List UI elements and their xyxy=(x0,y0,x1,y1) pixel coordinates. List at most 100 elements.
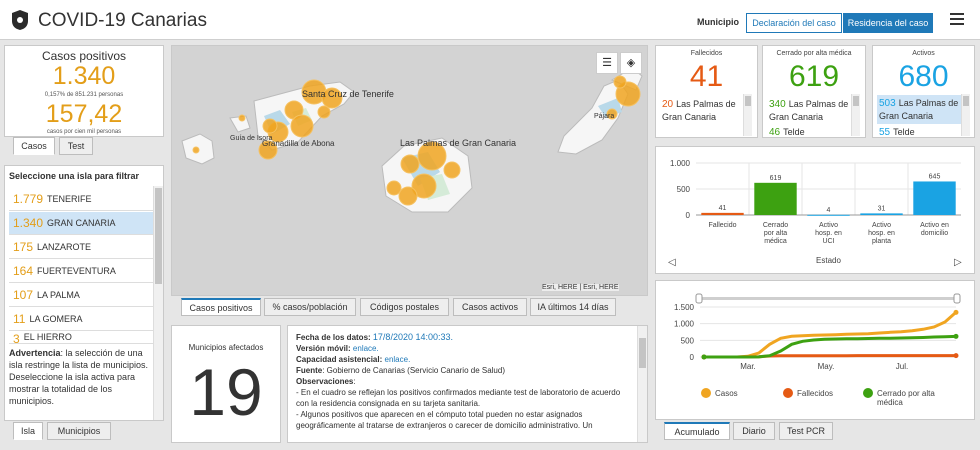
list-item[interactable]: 164 FUERTEVENTURA xyxy=(9,260,156,283)
x-tick-label: médica xyxy=(764,238,787,245)
range-handle-right[interactable] xyxy=(953,293,961,304)
municipios-card: Municipios afectados 19 xyxy=(171,325,281,443)
x-tick-label: May. xyxy=(818,362,835,371)
activos-value: 680 xyxy=(898,60,949,93)
layers-icon[interactable]: ◈ xyxy=(620,52,642,74)
tab-ia-14-dias[interactable]: IA últimos 14 días xyxy=(530,298,616,316)
asistencial-link[interactable]: enlace. xyxy=(385,355,411,364)
bar[interactable] xyxy=(860,213,903,215)
fallecidos-title: Fallecidos xyxy=(690,50,723,57)
legend-label: médica xyxy=(877,398,903,407)
list-item[interactable]: 1.340 GRAN CANARIA xyxy=(9,212,156,235)
x-tick-label: hosp. en xyxy=(815,230,842,237)
x-tick-label: Activo en xyxy=(920,222,949,229)
legend-swatch[interactable] xyxy=(701,388,711,398)
legend-swatch[interactable] xyxy=(783,388,793,398)
tab-acumulado[interactable]: Acumulado xyxy=(664,422,730,440)
list-item[interactable]: 107 LA PALMA xyxy=(9,284,156,307)
menu-icon[interactable] xyxy=(950,13,964,25)
data-point xyxy=(953,309,959,315)
list-item[interactable]: 3 EL HIERRO xyxy=(9,332,156,344)
positives-title: Casos positivos xyxy=(41,49,127,63)
tab-isla[interactable]: Isla xyxy=(13,422,43,440)
cerrado-scrollbar[interactable] xyxy=(851,94,860,136)
tab-municipios[interactable]: Municipios xyxy=(47,422,111,440)
tab-test[interactable]: Test xyxy=(59,137,93,155)
tab-casos-activos[interactable]: Casos activos xyxy=(453,298,527,316)
scroll-thumb[interactable] xyxy=(155,188,162,284)
x-tick-label: Cerrado xyxy=(763,222,788,229)
map-attribution: Esri, HERE | Esri, HERE xyxy=(542,284,619,291)
x-axis-title: Estado xyxy=(816,256,841,265)
scroll-right-icon[interactable]: ▷ xyxy=(954,257,962,268)
activos-title: Activos xyxy=(912,50,935,57)
data-label: 645 xyxy=(929,173,941,180)
cerrado-value: 619 xyxy=(788,60,840,93)
declaracion-toggle[interactable]: Declaración del caso xyxy=(746,13,842,33)
legend-label: Fallecidos xyxy=(797,389,833,398)
cerrado-card: Cerrado por alta médica 619 340 Las Palma… xyxy=(762,45,866,138)
list-item[interactable]: 503 Las Palmas de Gran Canaria xyxy=(877,95,961,124)
list-item[interactable]: 55 Telde xyxy=(879,126,961,137)
scroll-thumb[interactable] xyxy=(639,338,646,368)
municipios-value: 19 xyxy=(189,355,263,429)
data-label: 4 xyxy=(827,207,831,214)
list-item[interactable]: 1.779 TENERIFE xyxy=(9,188,156,211)
data-label: 41 xyxy=(719,205,727,212)
activos-scrollbar[interactable] xyxy=(961,94,970,136)
x-tick-label: Activo xyxy=(819,222,838,229)
x-tick-label: planta xyxy=(872,238,891,245)
data-point xyxy=(701,354,707,360)
list-item[interactable]: 340 Las Palmas de Gran Canaria xyxy=(769,98,851,123)
residencia-toggle[interactable]: Residencia del caso xyxy=(843,13,933,33)
range-track[interactable] xyxy=(700,297,956,300)
legend-label: Cerrado por alta xyxy=(877,389,935,398)
island-list-scrollbar[interactable] xyxy=(153,186,163,420)
data-point xyxy=(953,353,959,359)
data-label: 31 xyxy=(878,205,886,212)
y-tick-label: 1.000 xyxy=(670,159,691,168)
y-tick-label: 0 xyxy=(686,211,691,220)
y-tick-label: 1.000 xyxy=(674,320,695,329)
x-tick-label: por alta xyxy=(764,230,787,237)
map-label-santa-cruz: Santa Cruz de Tenerife xyxy=(302,89,394,99)
x-tick-label: Mar. xyxy=(740,362,756,371)
series-line[interactable] xyxy=(704,311,957,359)
list-item[interactable]: 46 Telde xyxy=(769,126,851,137)
tab-casos-positivos[interactable]: Casos positivos xyxy=(181,298,261,316)
list-item[interactable]: 20 Las Palmas de Gran Canaria xyxy=(662,98,742,123)
scroll-left-icon[interactable]: ◁ xyxy=(668,257,676,268)
map-view[interactable]: Santa Cruz de Tenerife Guía de Isora Gra… xyxy=(171,45,648,296)
tab-pct-poblacion[interactable]: % casos/población xyxy=(264,298,356,316)
map-label-granadilla: Granadilla de Abona xyxy=(262,139,335,148)
y-tick-label: 500 xyxy=(681,336,695,345)
map-canvas: Santa Cruz de Tenerife Guía de Isora Gra… xyxy=(181,67,643,213)
estado-bar-chart: 1.000 500 0 41 Fallecido 619 Cerrado por alta mé… xyxy=(655,146,975,274)
bar[interactable] xyxy=(701,212,744,215)
range-handle-left[interactable] xyxy=(695,293,703,304)
tab-diario[interactable]: Diario xyxy=(733,422,775,440)
movil-link[interactable]: enlace. xyxy=(353,344,379,353)
fallecidos-card: Fallecidos 41 20 Las Palmas de Gran Canar… xyxy=(655,45,758,138)
data-label: 619 xyxy=(770,175,782,182)
info-panel: Fecha de los datos: 17/8/2020 14:00:33. … xyxy=(287,325,648,443)
legend-swatch[interactable] xyxy=(863,388,873,398)
tab-test-pcr[interactable]: Test PCR xyxy=(779,422,833,440)
list-item[interactable]: 175 LANZAROTE xyxy=(9,236,156,259)
bar[interactable] xyxy=(754,182,797,215)
tab-casos[interactable]: Casos xyxy=(13,137,55,155)
bar[interactable] xyxy=(807,214,850,216)
tab-codigos-postales[interactable]: Códigos postales xyxy=(360,298,449,316)
list-icon[interactable]: ☰ xyxy=(596,52,618,74)
x-tick-label: domicilio xyxy=(921,230,948,237)
positives-rate: 157,42 xyxy=(45,100,123,128)
series-line[interactable] xyxy=(704,334,957,359)
bar-chart-svg: 1.000 500 0 41 Fallecido 619 Cerradopor altamé… xyxy=(668,159,962,268)
bar[interactable] xyxy=(913,181,956,215)
info-scrollbar[interactable] xyxy=(637,326,647,442)
list-item[interactable]: 11 LA GOMERA xyxy=(9,308,156,331)
cerrado-title: Cerrado por alta médica xyxy=(776,50,852,57)
island-warning: Advertencia: la selección de una isla re… xyxy=(9,348,149,406)
fallecidos-scrollbar[interactable] xyxy=(743,94,752,136)
legend-label: Casos xyxy=(715,389,738,398)
